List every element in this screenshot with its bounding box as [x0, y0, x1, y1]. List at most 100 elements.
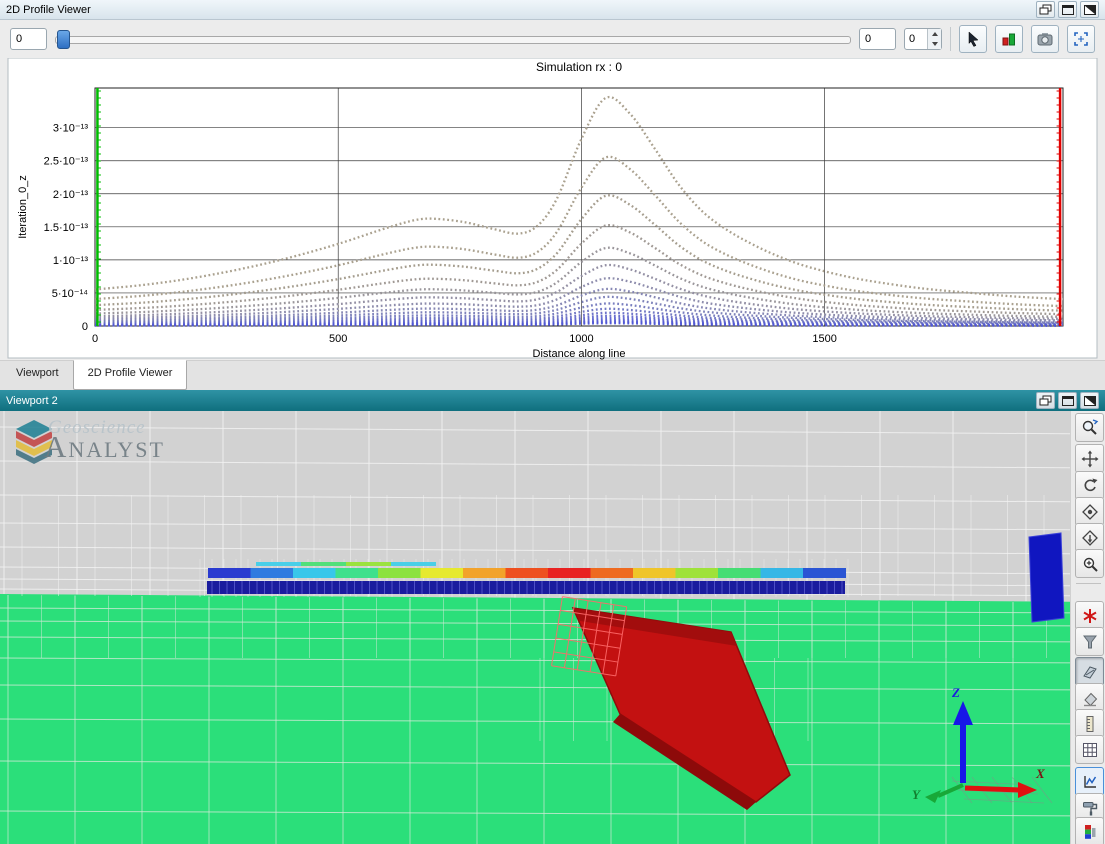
rotate-icon	[1081, 477, 1099, 495]
svg-text:1000: 1000	[569, 333, 593, 345]
fit-extents-button[interactable]	[1067, 25, 1095, 53]
tab-2d-profile-viewer[interactable]: 2D Profile Viewer	[73, 360, 188, 390]
y-axis-label: Iteration_0_z	[17, 175, 29, 239]
camera-icon	[1036, 30, 1054, 48]
snap-icon	[1081, 607, 1099, 625]
svg-text:1.5·10⁻¹³: 1.5·10⁻¹³	[44, 222, 89, 234]
maximize-icon	[1061, 395, 1075, 407]
step-input[interactable]	[905, 32, 927, 46]
slider-handle[interactable]	[57, 30, 70, 49]
profile-line-segment	[718, 568, 761, 578]
profile-viewer-icon	[1081, 773, 1099, 791]
scene-canvas[interactable]	[0, 411, 1105, 844]
channel-colors-button[interactable]	[995, 25, 1023, 53]
float-icon	[1039, 395, 1053, 407]
chevron-down-icon	[932, 42, 938, 46]
rotate-button[interactable]	[1075, 471, 1104, 500]
svg-text:1·10⁻¹³: 1·10⁻¹³	[53, 255, 88, 267]
ruler-icon	[1081, 715, 1099, 733]
spin-up-button[interactable]	[928, 29, 941, 39]
profile-line-segment	[506, 568, 549, 578]
toolbar-separator	[950, 27, 951, 51]
orient-icon	[1081, 529, 1099, 547]
application-window: 2D Profile Viewer	[0, 0, 1105, 844]
x-axis-label: Distance along line	[533, 348, 626, 360]
slice-plane-icon	[1081, 663, 1099, 681]
snapshot-button[interactable]	[1031, 25, 1059, 53]
svg-text:0: 0	[92, 333, 98, 345]
profile-line-segment	[761, 568, 804, 578]
float-icon	[1039, 4, 1053, 16]
svg-text:1500: 1500	[812, 333, 836, 345]
profile-viewer-button[interactable]	[1075, 767, 1104, 796]
profile-line-segment	[803, 568, 846, 578]
eraser-icon	[1081, 689, 1099, 707]
side-toolbar-separator	[1076, 583, 1101, 584]
end-index-input[interactable]	[859, 28, 896, 50]
paint-icon	[1081, 799, 1099, 817]
profile-line-segment	[421, 568, 464, 578]
zoom-window-button[interactable]	[1075, 413, 1104, 442]
ruler-button[interactable]	[1075, 709, 1104, 738]
snap-button[interactable]	[1075, 601, 1104, 630]
blue-plate	[1029, 533, 1064, 622]
svg-text:500: 500	[329, 333, 347, 345]
viewport-3d-scene[interactable]: Geoscience Analyst Z X Y	[0, 411, 1105, 844]
profile-chart[interactable]: 3·10⁻¹³2.5·10⁻¹³2·10⁻¹³1.5·10⁻¹³1·10⁻¹³5…	[0, 58, 1105, 360]
maximize-icon	[1061, 4, 1075, 16]
shade-icon	[1083, 395, 1097, 407]
terrain-surface	[0, 594, 1105, 844]
profile-line-segment	[591, 568, 634, 578]
profile-line-segment	[293, 568, 336, 578]
select-cursor-icon	[964, 30, 982, 48]
slice-plane-button[interactable]	[1075, 657, 1104, 686]
zoom-in-icon	[1081, 555, 1099, 573]
profile-window-titlebar: 2D Profile Viewer	[0, 0, 1105, 20]
pan-icon	[1081, 450, 1099, 468]
profile-chart-svg: 3·10⁻¹³2.5·10⁻¹³2·10⁻¹³1.5·10⁻¹³1·10⁻¹³5…	[0, 58, 1105, 360]
viewport-titlebar: Viewport 2	[0, 390, 1105, 411]
time-slider[interactable]	[55, 29, 851, 49]
recenter-icon	[1081, 503, 1099, 521]
svg-text:2·10⁻¹³: 2·10⁻¹³	[53, 189, 88, 201]
colorbar-icon	[1081, 823, 1099, 841]
start-index-input[interactable]	[10, 28, 47, 50]
filter-icon	[1081, 633, 1099, 651]
viewport-title: Viewport 2	[6, 395, 58, 407]
filter-button[interactable]	[1075, 627, 1104, 656]
axis-x-arrow	[965, 788, 1020, 790]
viewport-shade-button[interactable]	[1080, 392, 1099, 409]
shade-button[interactable]	[1080, 1, 1099, 18]
svg-text:2.5·10⁻¹³: 2.5·10⁻¹³	[44, 156, 89, 168]
channel-colors-icon	[1000, 30, 1018, 48]
tab-viewport[interactable]: Viewport	[2, 361, 73, 390]
profile-line-segment	[676, 568, 719, 578]
colorbar-button[interactable]	[1075, 817, 1104, 844]
profile-line-segment	[548, 568, 591, 578]
pan-button[interactable]	[1075, 444, 1104, 473]
profile-line-segment	[251, 568, 294, 578]
zoom-in-button[interactable]	[1075, 549, 1104, 578]
orient-button[interactable]	[1075, 523, 1104, 552]
chevron-up-icon	[932, 32, 938, 36]
maximize-button[interactable]	[1058, 1, 1077, 18]
slider-track[interactable]	[55, 36, 851, 44]
profile-line-segment	[208, 568, 251, 578]
viewport-float-button[interactable]	[1036, 392, 1055, 409]
zoom-window-icon	[1080, 418, 1099, 437]
profile-line-segment	[336, 568, 379, 578]
chart-title: Simulation rx : 0	[536, 60, 622, 74]
eraser-button[interactable]	[1075, 683, 1104, 712]
step-spinner[interactable]	[904, 28, 942, 50]
svg-text:0: 0	[82, 321, 88, 333]
grid-button[interactable]	[1075, 735, 1104, 764]
survey-cells-row	[207, 581, 845, 594]
spin-down-button[interactable]	[928, 39, 941, 49]
window-title: 2D Profile Viewer	[6, 4, 91, 16]
profile-line-segment	[378, 568, 421, 578]
viewport-side-toolbar	[1070, 411, 1105, 844]
select-cursor-button[interactable]	[959, 25, 987, 53]
float-button[interactable]	[1036, 1, 1055, 18]
viewport-maximize-button[interactable]	[1058, 392, 1077, 409]
recenter-button[interactable]	[1075, 497, 1104, 526]
